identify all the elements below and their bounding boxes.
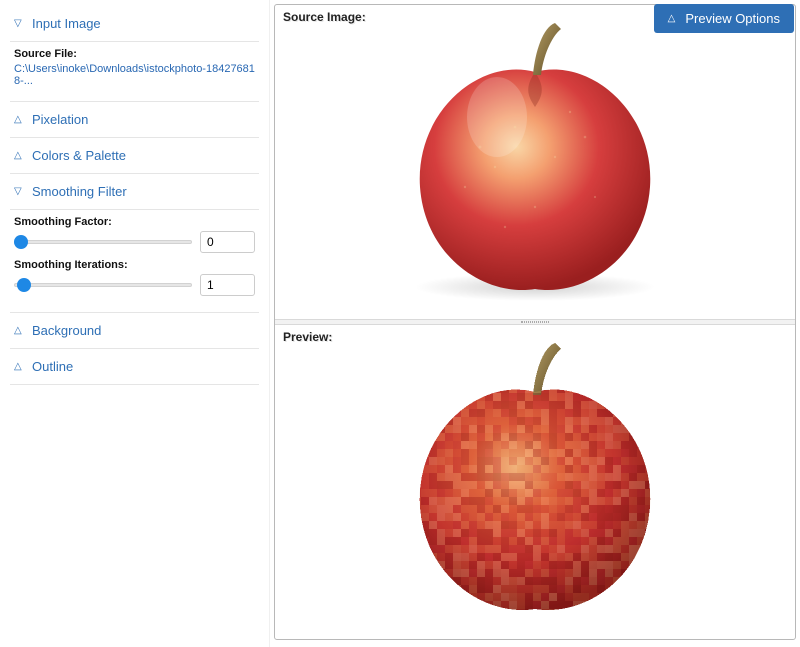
smoothing-iterations-slider[interactable] [14,277,192,293]
source-file-path[interactable]: C:\Users\inoke\Downloads\istockphoto-184… [14,63,255,87]
section-label: Outline [32,359,73,374]
section-label: Smoothing Filter [32,184,127,199]
section-label: Input Image [32,16,101,31]
source-pane-label: Source Image: [283,10,366,24]
section-input-image[interactable]: ▽ Input Image [10,6,259,42]
smoothing-factor-slider[interactable] [14,234,192,250]
smoothing-factor-label: Smoothing Factor: [14,216,255,228]
sidebar: ▽ Input Image Source File: C:\Users\inok… [0,0,270,647]
section-label: Pixelation [32,112,88,127]
section-background[interactable]: △ Background [10,313,259,349]
triangle-right-icon: △ [14,150,32,161]
section-smoothing[interactable]: ▽ Smoothing Filter [10,174,259,210]
section-label: Background [32,323,101,338]
preview-panel: Source Image: [274,4,796,640]
smoothing-factor-value[interactable]: 0 [200,231,255,253]
gripper-icon [521,321,549,323]
triangle-right-icon: △ [14,325,32,336]
preview-options-button[interactable]: △ Preview Options [654,4,794,33]
triangle-up-icon: △ [668,13,676,24]
preview-options-label: Preview Options [685,11,780,26]
smoothing-iterations-value[interactable]: 1 [200,274,255,296]
triangle-down-icon: ▽ [14,18,32,29]
triangle-right-icon: △ [14,361,32,372]
section-colors-palette[interactable]: △ Colors & Palette [10,138,259,174]
section-label: Colors & Palette [32,148,126,163]
main-area: △ Preview Options Source Image: [270,0,800,647]
source-file-label: Source File: [14,48,255,60]
triangle-down-icon: ▽ [14,186,32,197]
input-image-body: Source File: C:\Users\inoke\Downloads\is… [10,42,259,102]
smoothing-iterations-label: Smoothing Iterations: [14,259,255,271]
source-image [275,5,795,319]
section-outline[interactable]: △ Outline [10,349,259,385]
triangle-right-icon: △ [14,114,32,125]
preview-image [275,325,795,639]
preview-pane: Preview: [275,325,795,639]
section-pixelation[interactable]: △ Pixelation [10,102,259,138]
source-pane: Source Image: [275,5,795,319]
smoothing-body: Smoothing Factor: 0 Smoothing Iterations… [10,210,259,313]
preview-pane-label: Preview: [283,330,332,344]
